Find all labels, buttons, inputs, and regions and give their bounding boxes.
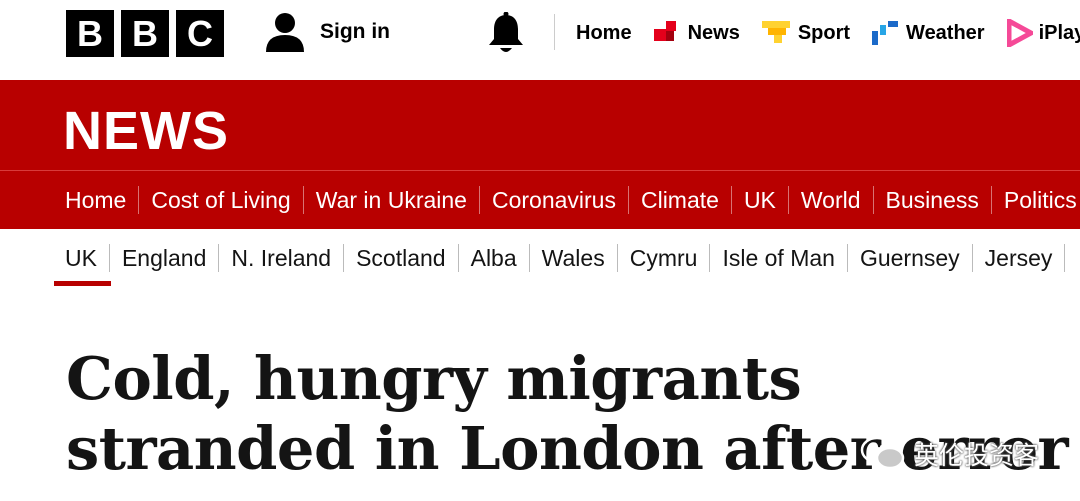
watermark-text: 英伦投资客 <box>914 441 1040 470</box>
topnav-iplayer[interactable]: iPlayer <box>1006 19 1080 47</box>
topnav-sport[interactable]: Sport <box>761 19 851 47</box>
masthead-divider <box>554 14 555 50</box>
news-banner: NEWS <box>0 80 1080 170</box>
secondary-nav-item[interactable]: N. Ireland <box>219 244 345 272</box>
secondary-nav-item[interactable]: UK <box>53 244 110 272</box>
primary-nav-item[interactable]: War in Ukraine <box>304 186 480 214</box>
secondary-nav: UK England N. Ireland Scotland Alba Wales Cymr… <box>0 230 1080 288</box>
secondary-nav-item[interactable]: Jersey <box>973 244 1066 272</box>
sign-in-label: Sign in <box>320 20 390 43</box>
primary-nav-item[interactable]: Business <box>874 186 992 214</box>
secondary-nav-item[interactable]: England <box>110 244 220 272</box>
topnav-iplayer-label: iPlayer <box>1038 21 1080 44</box>
news-section-title[interactable]: NEWS <box>63 100 229 162</box>
topnav-home-label: Home <box>576 21 632 44</box>
topnav-news[interactable]: News <box>653 19 740 47</box>
secondary-nav-item[interactable]: Scotland <box>344 244 459 272</box>
primary-nav-item[interactable]: Climate <box>629 186 732 214</box>
primary-nav-item[interactable]: Cost of Living <box>139 186 304 214</box>
masthead: B B C Sign in Home News Sport Weather iP… <box>0 0 1080 80</box>
secondary-nav-item[interactable]: Wales <box>530 244 618 272</box>
iplayer-icon <box>1006 19 1033 47</box>
topnav-weather-label: Weather <box>906 21 985 44</box>
bbc-logo[interactable]: B B C <box>66 10 224 57</box>
topnav-sport-label: Sport <box>797 21 851 44</box>
active-tab-indicator <box>54 281 111 286</box>
primary-nav-item[interactable]: World <box>789 186 874 214</box>
weather-icon <box>872 21 899 45</box>
bbc-logo-block: C <box>176 10 224 57</box>
primary-nav-item[interactable]: UK <box>732 186 789 214</box>
watermark: 英伦投资客 <box>860 436 1039 472</box>
primary-nav-item[interactable]: Home <box>53 186 140 214</box>
secondary-nav-item[interactable]: Alba <box>459 244 530 272</box>
secondary-nav-item[interactable]: Isle of Man <box>710 244 848 272</box>
sign-in-button[interactable]: Sign in <box>264 12 390 52</box>
sport-icon <box>761 21 790 43</box>
primary-nav-item[interactable]: Politics <box>992 186 1080 214</box>
primary-nav: Home Cost of Living War in Ukraine Coronavi… <box>0 170 1080 229</box>
topnav-weather[interactable]: Weather <box>872 19 985 47</box>
secondary-nav-item[interactable]: Guernsey <box>848 244 973 272</box>
top-nav: Home News Sport Weather iPlay <box>576 0 1080 66</box>
topnav-news-label: News <box>687 21 740 44</box>
user-icon <box>266 13 304 52</box>
bbc-logo-block: B <box>66 10 114 57</box>
bbc-logo-block: B <box>121 10 169 57</box>
wechat-icon <box>860 436 905 470</box>
primary-nav-item[interactable]: Coronavirus <box>480 186 629 214</box>
news-icon <box>653 21 676 41</box>
secondary-nav-item[interactable]: Cymru <box>618 244 711 272</box>
headline-line-1: Cold, hungry migrants <box>66 344 802 413</box>
topnav-home[interactable]: Home <box>576 22 632 45</box>
notifications-bell-icon[interactable] <box>486 11 526 59</box>
